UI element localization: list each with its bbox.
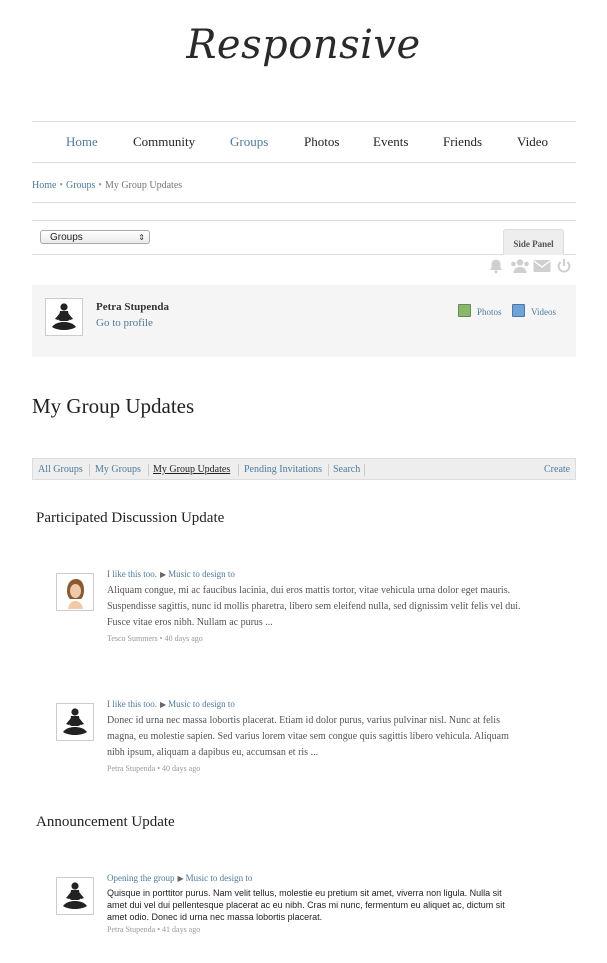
tab-separator <box>148 464 149 476</box>
section-heading: Announcement Update <box>36 814 175 830</box>
group-tabs: All Groups My Groups My Group Updates Pe… <box>32 458 576 480</box>
yoga-silhouette-icon <box>63 708 87 735</box>
profile-card: Petra Stupenda Go to profile Photos Vide… <box>32 285 576 357</box>
update-meta: Petra Stupenda • 41 days ago <box>107 925 201 934</box>
tab-search[interactable]: Search <box>333 464 360 475</box>
main-nav: Home Community Groups Photos Events Frie… <box>32 121 576 163</box>
go-to-profile-link[interactable]: Go to profile <box>96 317 153 329</box>
woman-photo-icon <box>67 579 84 609</box>
update-action-link[interactable]: I like this too. <box>107 569 157 579</box>
nav-groups[interactable]: Groups <box>230 134 268 150</box>
update-action-link[interactable]: Opening the group <box>107 873 175 883</box>
videos-label: Videos <box>531 307 556 317</box>
update-title: Opening the group ▶ Music to design to <box>107 873 252 883</box>
breadcrumb-current: My Group Updates <box>104 180 183 191</box>
tab-all-groups[interactable]: All Groups <box>38 464 83 475</box>
videos-link[interactable]: Videos <box>512 304 556 317</box>
select-arrows-icon: ⇕ <box>138 233 145 242</box>
photos-label: Photos <box>477 307 502 317</box>
tab-pending-invitations[interactable]: Pending Invitations <box>244 464 322 475</box>
arrow-right-icon: ▶ <box>177 874 184 883</box>
update-action-link[interactable]: I like this too. <box>107 699 157 709</box>
breadcrumb-home[interactable]: Home <box>32 180 56 191</box>
profile-name: Petra Stupenda <box>96 301 170 313</box>
update-body: Donec id urna nec massa lobortis placera… <box>107 715 509 758</box>
nav-video[interactable]: Video <box>517 134 548 150</box>
page-title: My Group Updates <box>32 394 195 418</box>
groups-select[interactable]: Groups ⇕ <box>40 230 150 244</box>
nav-home[interactable]: Home <box>66 134 98 150</box>
nav-photos[interactable]: Photos <box>304 134 339 150</box>
tab-my-groups[interactable]: My Groups <box>95 464 141 475</box>
create-link[interactable]: Create <box>544 464 570 475</box>
avatar[interactable] <box>45 298 83 336</box>
yoga-silhouette-icon <box>63 882 87 909</box>
update-body: Aliquam congue, mi ac faucibus lacinia, … <box>107 585 521 628</box>
update-title: I like this too. ▶ Music to design to <box>107 569 235 579</box>
update-body: Quisque in porttitor purus. Nam velit te… <box>107 888 505 922</box>
arrow-right-icon: ▶ <box>160 570 167 579</box>
section-heading: Participated Discussion Update <box>36 510 225 526</box>
update-title: I like this too. ▶ Music to design to <box>107 699 235 709</box>
breadcrumb-separator: • <box>59 180 63 191</box>
divider <box>32 202 576 203</box>
breadcrumb-groups[interactable]: Groups <box>66 180 95 191</box>
nav-community[interactable]: Community <box>133 134 195 150</box>
divider <box>32 254 576 255</box>
mail-icon[interactable] <box>533 258 551 279</box>
arrow-right-icon: ▶ <box>160 700 167 709</box>
bell-icon[interactable] <box>488 258 504 279</box>
tab-separator <box>364 464 365 476</box>
divider <box>32 220 576 221</box>
users-icon[interactable] <box>510 258 530 279</box>
avatar[interactable] <box>56 703 94 741</box>
side-panel-tab[interactable]: Side Panel <box>503 229 564 255</box>
groups-select-value: Groups <box>50 232 83 243</box>
photos-link[interactable]: Photos <box>458 304 502 317</box>
update-meta: Petra Stupenda • 40 days ago <box>107 764 201 773</box>
nav-friends[interactable]: Friends <box>443 134 482 150</box>
photo-icon <box>458 304 471 317</box>
update-group-link[interactable]: Music to design to <box>168 569 235 579</box>
avatar[interactable] <box>56 877 94 915</box>
tab-separator <box>238 464 239 476</box>
tab-separator <box>328 464 329 476</box>
avatar[interactable] <box>56 573 94 611</box>
update-group-link[interactable]: Music to design to <box>186 873 253 883</box>
update-meta: Tesco Summers • 40 days ago <box>107 634 203 643</box>
update-group-link[interactable]: Music to design to <box>168 699 235 709</box>
breadcrumb: Home • Groups • My Group Updates <box>32 180 182 191</box>
tab-my-group-updates[interactable]: My Group Updates <box>153 464 230 475</box>
site-logo[interactable]: Responsive <box>0 22 607 68</box>
video-icon <box>512 304 525 317</box>
nav-events[interactable]: Events <box>373 134 408 150</box>
tab-separator <box>89 464 90 476</box>
yoga-silhouette-icon <box>52 303 76 330</box>
breadcrumb-separator: • <box>98 180 102 191</box>
power-icon[interactable] <box>556 258 572 279</box>
